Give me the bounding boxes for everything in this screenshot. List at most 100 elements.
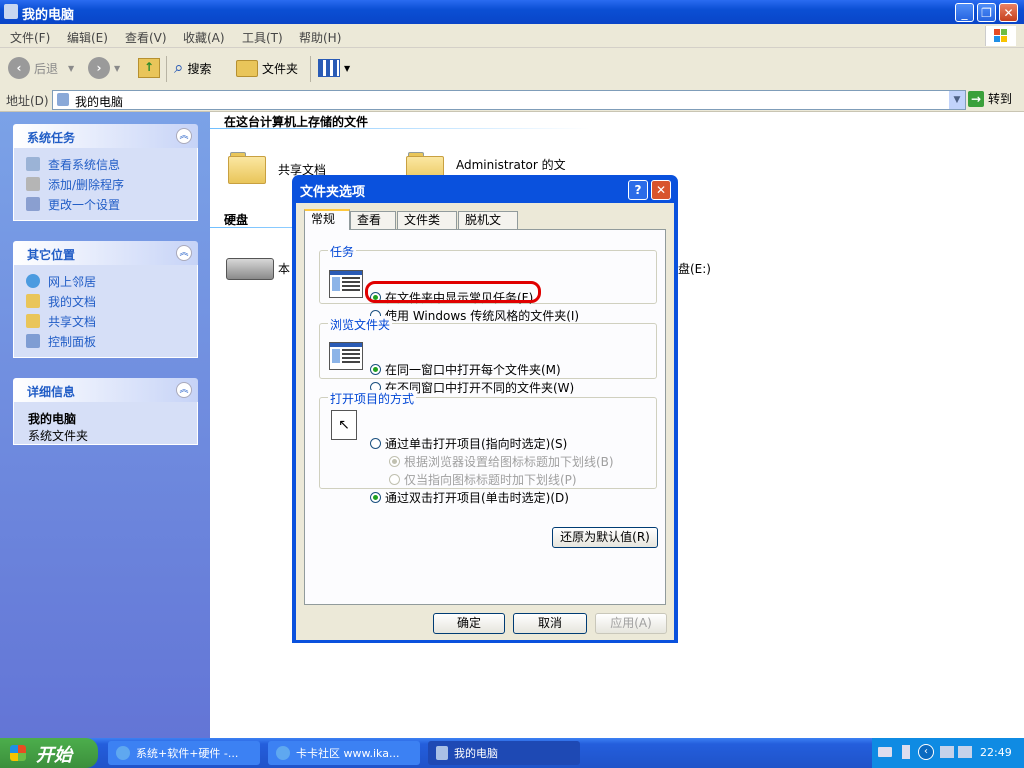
system-tray: ‹ 22:49 [872,738,1024,768]
menu-edit[interactable]: 编辑(E) [67,29,108,46]
internet-explorer-icon [276,746,290,760]
tab-file-types[interactable]: 文件类型 [397,211,457,244]
address-label: 地址(D) [6,94,49,108]
menu-favorites[interactable]: 收藏(A) [183,29,225,46]
task-item-my-computer[interactable]: 我的电脑 [428,741,580,765]
back-button[interactable]: ‹ 后退 ▼ [8,56,74,80]
documents-folder-icon [26,294,40,308]
collapse-icon[interactable]: ︽ [176,382,192,398]
computer-icon [4,4,18,19]
classic-folders-radio[interactable]: 使用 Windows 传统风格的文件夹(I) [370,307,579,324]
network-icon[interactable] [958,746,972,758]
pointer-click-icon: ↖ [331,410,357,440]
forward-button[interactable]: › ▼ [88,56,120,80]
ime-icon[interactable] [902,745,910,759]
internet-explorer-icon [116,746,130,760]
tray-collapse-icon[interactable]: ‹ [918,744,934,760]
details-name: 我的电脑 [28,412,77,426]
apply-button[interactable]: 应用(A) [595,613,667,634]
computer-icon [436,746,448,760]
shared-documents-folder-icon[interactable] [228,152,266,184]
address-value: 我的电脑 [75,95,124,109]
task-item-ie-2[interactable]: 卡卡社区 www.ika... [268,741,420,765]
details-header[interactable]: 详细信息 ︽ [13,378,198,402]
tab-offline-files[interactable]: 脱机文件 [458,211,518,244]
computer-icon [57,93,69,106]
start-label: 开始 [36,745,72,766]
same-window-radio[interactable]: 在同一窗口中打开每个文件夹(M) [370,361,561,378]
help-button[interactable]: ? [628,180,648,200]
go-arrow-icon: → [968,90,984,107]
hard-disk-icon[interactable] [226,258,274,280]
system-tasks-panel: 系统任务 ︽ 查看系统信息 添加/删除程序 更改一个设置 [13,124,198,221]
tab-view[interactable]: 查看 [350,211,396,229]
cancel-button[interactable]: 取消 [513,613,587,634]
tab-general[interactable]: 常规 [304,209,350,230]
address-dropdown-button[interactable]: ▼ [949,91,965,109]
other-places-panel: 其它位置 ︽ 网上邻居 我的文档 共享文档 控制面板 [13,241,198,358]
address-field[interactable]: 我的电脑 ▼ [52,90,966,110]
radio-icon [370,438,381,449]
hard-disk-heading: 硬盘 [224,213,249,227]
admin-documents-label[interactable]: Administrator 的文档 [456,156,576,170]
restore-defaults-button[interactable]: 还原为默认值(R) [552,527,658,548]
disk-c-label[interactable]: 本 [278,260,290,277]
system-tasks-header[interactable]: 系统任务 ︽ [13,124,198,148]
settings-icon [26,197,40,211]
ok-button[interactable]: 确定 [433,613,505,634]
menu-tools[interactable]: 工具(T) [242,29,283,46]
search-label: 搜索 [187,61,212,76]
double-click-radio[interactable]: 通过双击打开项目(单击时选定)(D) [370,489,569,506]
panel-title: 其它位置 [27,248,76,262]
restore-button[interactable]: ❐ [977,3,996,22]
underline-point-radio[interactable]: 仅当指向图标标题时加下划线(P) [389,471,577,488]
general-tab-page: 任务 在文件夹中显示常见任务(F) 使用 Windows 传统风格的文件夹(I)… [304,229,666,605]
go-button[interactable]: → 转到 [968,90,1012,107]
link-my-documents[interactable]: 我的文档 [14,291,197,311]
network-icon[interactable] [940,746,954,758]
views-button[interactable]: ▼ [318,56,350,80]
folders-button[interactable]: 文件夹 [236,56,298,80]
disk-e-label[interactable]: 盘(E:) [678,260,711,277]
clock[interactable]: 22:49 [980,746,1012,759]
panel-title: 详细信息 [27,385,76,399]
minimize-button[interactable]: _ [955,3,974,22]
keyboard-icon[interactable] [878,747,892,757]
underline-browser-radio[interactable]: 根据浏览器设置给图标标题加下划线(B) [389,453,614,470]
back-arrow-icon: ‹ [8,57,30,79]
close-button[interactable]: ✕ [999,3,1018,22]
tasks-group-label: 任务 [328,243,357,260]
collapse-icon[interactable]: ︽ [176,128,192,144]
search-icon: ⌕ [174,58,184,78]
task-item-ie-1[interactable]: 系统+软件+硬件 -... [108,741,260,765]
browse-group-label: 浏览文件夹 [328,316,393,333]
search-button[interactable]: ⌕ 搜索 [174,56,212,80]
dialog-close-button[interactable]: ✕ [651,180,671,200]
chevron-down-icon: ▼ [114,63,121,73]
menu-help[interactable]: 帮助(H) [299,29,341,46]
collapse-icon[interactable]: ︽ [176,245,192,261]
link-change-setting[interactable]: 更改一个设置 [14,194,197,214]
folder-icon [236,59,258,77]
link-control-panel[interactable]: 控制面板 [14,331,197,351]
link-add-remove-programs[interactable]: 添加/删除程序 [14,174,197,194]
chevron-down-icon: ▼ [344,63,351,73]
title-bar: 我的电脑 _ ❐ ✕ [0,0,1024,24]
up-button[interactable]: ↑ [138,56,160,80]
window-title: 我的电脑 [22,8,75,23]
taskbar: 开始 系统+软件+硬件 -... 卡卡社区 www.ika... 我的电脑 ‹ … [0,738,1024,768]
windows-flag-icon [10,745,26,761]
toolbar: ‹ 后退 ▼ › ▼ ↑ ⌕ 搜索 文件夹 ▼ [0,48,1024,90]
menu-view[interactable]: 查看(V) [125,29,167,46]
views-icon [318,59,340,77]
radio-disabled-icon [389,474,400,485]
other-places-header[interactable]: 其它位置 ︽ [13,241,198,265]
start-button[interactable]: 开始 [0,738,98,768]
link-shared-documents[interactable]: 共享文档 [14,311,197,331]
single-click-radio[interactable]: 通过单击打开项目(指向时选定)(S) [370,435,567,452]
go-label: 转到 [988,92,1013,106]
menu-file[interactable]: 文件(F) [10,29,50,46]
shared-folder-icon [26,314,40,328]
link-view-system-info[interactable]: 查看系统信息 [14,154,197,174]
link-network-places[interactable]: 网上邻居 [14,271,197,291]
